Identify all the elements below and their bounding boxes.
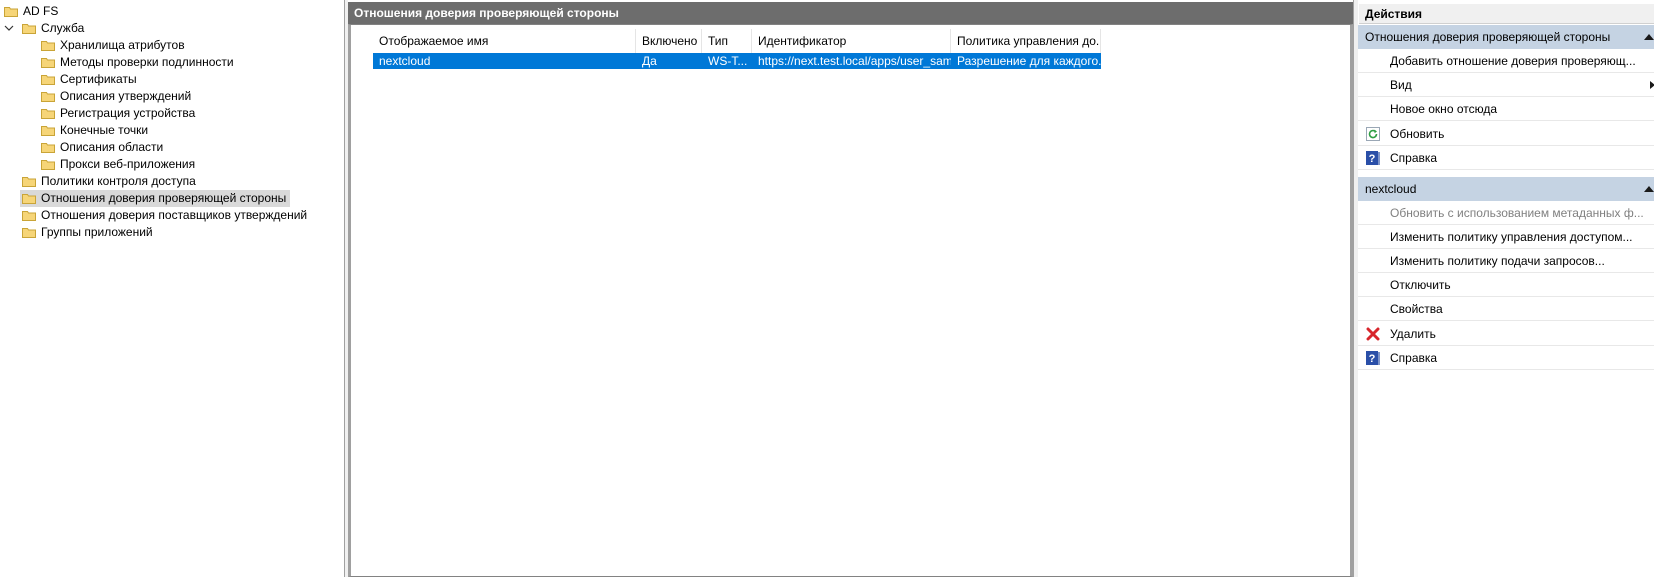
tree-item-access-control-policies[interactable]: Политики контроля доступа <box>22 173 200 190</box>
actions-title: Действия <box>1359 4 1654 24</box>
column-header-access-policy[interactable]: Политика управления до... <box>951 29 1101 53</box>
action-label: Вид <box>1390 78 1412 92</box>
tree-item-web-app-proxy[interactable]: Прокси веб-приложения <box>41 156 199 173</box>
action-label: Обновить <box>1390 127 1445 141</box>
action-label: Справка <box>1390 351 1438 365</box>
action-label: Новое окно отсюда <box>1390 102 1498 116</box>
action-add-relying-party-trust[interactable]: Добавить отношение доверия проверяющ... <box>1358 49 1654 73</box>
column-header-identifier[interactable]: Идентификатор <box>752 29 951 53</box>
action-label: Отключить <box>1390 278 1451 292</box>
tree-item-label: Описания области <box>60 140 164 154</box>
svg-text:?: ? <box>1369 353 1376 365</box>
tree-item-certificates[interactable]: Сертификаты <box>41 71 141 88</box>
tree-item-label: Описания утверждений <box>60 89 192 103</box>
collapse-icon[interactable] <box>1644 34 1654 40</box>
action-refresh[interactable]: Обновить <box>1358 122 1654 146</box>
tree-item-adfs[interactable]: AD FS <box>4 3 62 20</box>
folder-icon <box>22 176 36 187</box>
tree-item-claim-descriptions[interactable]: Описания утверждений <box>41 88 195 105</box>
folder-icon <box>41 91 55 102</box>
results-list-frame: Отображаемое имя Включено Тип Идентифика… <box>348 24 1353 577</box>
action-label: Добавить отношение доверия проверяющ... <box>1390 54 1636 68</box>
folder-icon <box>4 6 18 17</box>
cell-type: WS-T... <box>708 54 748 68</box>
collapse-icon[interactable] <box>1644 186 1654 192</box>
folder-icon <box>41 40 55 51</box>
submenu-arrow-icon <box>1650 81 1654 89</box>
help-icon: ? <box>1366 351 1380 365</box>
action-edit-issuance-policy[interactable]: Изменить политику подачи запросов... <box>1358 249 1654 273</box>
action-label: Свойства <box>1390 302 1443 316</box>
tree-item-label: Конечные точки <box>60 123 149 137</box>
console-tree: AD FS Служба Хранилища атрибутов Методы … <box>0 0 345 577</box>
tree-item-label: Отношения доверия поставщиков утверждени… <box>41 208 308 222</box>
section-header-nextcloud[interactable]: nextcloud <box>1358 177 1654 201</box>
svg-text:?: ? <box>1369 153 1376 165</box>
chevron-down-icon[interactable] <box>4 23 14 33</box>
action-delete[interactable]: Удалить <box>1358 322 1654 346</box>
folder-icon <box>22 193 36 204</box>
tree-item-scope-descriptions[interactable]: Описания области <box>41 139 167 156</box>
relying-party-list: Отображаемое имя Включено Тип Идентифика… <box>373 29 1101 69</box>
tree-item-label: Прокси веб-приложения <box>60 157 196 171</box>
tree-item-label: AD FS <box>23 4 59 18</box>
tree-item-auth-methods[interactable]: Методы проверки подлинности <box>41 54 238 71</box>
action-edit-access-policy[interactable]: Изменить политику управления доступом... <box>1358 225 1654 249</box>
column-header-enabled[interactable]: Включено <box>636 29 702 53</box>
action-label: Удалить <box>1390 327 1436 341</box>
tree-item-label: Сертификаты <box>60 72 137 86</box>
folder-icon <box>22 210 36 221</box>
section-header-label: nextcloud <box>1365 182 1417 196</box>
column-header-type[interactable]: Тип <box>702 29 752 53</box>
folder-icon <box>41 142 55 153</box>
folder-icon <box>41 159 55 170</box>
action-properties[interactable]: Свойства <box>1358 297 1654 321</box>
folder-icon <box>41 57 55 68</box>
folder-icon <box>41 74 55 85</box>
action-new-window[interactable]: Новое окно отсюда <box>1358 97 1654 121</box>
tree-item-label: Регистрация устройства <box>60 106 196 120</box>
list-header: Отображаемое имя Включено Тип Идентифика… <box>373 29 1101 53</box>
tree-item-label: Служба <box>41 21 85 35</box>
action-help[interactable]: ? Справка <box>1358 146 1654 170</box>
cell-enabled: Да <box>642 54 657 68</box>
action-label: Справка <box>1390 151 1438 165</box>
folder-icon <box>22 227 36 238</box>
actions-pane: Действия Отношения доверия проверяющей с… <box>1353 0 1654 577</box>
tree-item-service[interactable]: Служба <box>22 20 88 37</box>
folder-icon <box>41 108 55 119</box>
tree-item-label: Методы проверки подлинности <box>60 55 234 69</box>
tree-item-label: Отношения доверия проверяющей стороны <box>41 191 287 205</box>
tree-item-label: Группы приложений <box>41 225 153 239</box>
section-header-relying-party-trusts[interactable]: Отношения доверия проверяющей стороны <box>1358 25 1654 49</box>
tree-item-application-groups[interactable]: Группы приложений <box>22 224 157 241</box>
cell-identifier: https://next.test.local/apps/user_sam... <box>758 54 951 68</box>
cell-access-policy: Разрешение для каждого... <box>957 54 1101 68</box>
action-label: Обновить с использованием метаданных ф..… <box>1390 206 1644 220</box>
results-pane: Отношения доверия проверяющей стороны От… <box>348 0 1353 577</box>
refresh-icon <box>1366 127 1380 141</box>
tree-item-relying-party-trusts[interactable]: Отношения доверия проверяющей стороны <box>20 190 291 207</box>
cell-display-name: nextcloud <box>379 54 431 68</box>
action-update-from-metadata: Обновить с использованием метаданных ф..… <box>1358 201 1654 225</box>
table-row[interactable]: nextcloud Да WS-T... https://next.test.l… <box>373 53 1101 69</box>
folder-icon <box>22 23 36 34</box>
column-header-display-name[interactable]: Отображаемое имя <box>373 29 636 53</box>
tree-item-label: Политики контроля доступа <box>41 174 196 188</box>
tree-item-device-registration[interactable]: Регистрация устройства <box>41 105 199 122</box>
folder-icon <box>41 125 55 136</box>
action-view[interactable]: Вид <box>1358 73 1654 97</box>
results-pane-title: Отношения доверия проверяющей стороны <box>348 2 1353 24</box>
help-icon: ? <box>1366 151 1380 165</box>
tree-item-claims-provider-trusts[interactable]: Отношения доверия поставщиков утверждени… <box>22 207 311 224</box>
delete-icon <box>1366 327 1380 341</box>
action-label: Изменить политику подачи запросов... <box>1390 254 1605 268</box>
action-label: Изменить политику управления доступом... <box>1390 230 1633 244</box>
section-header-label: Отношения доверия проверяющей стороны <box>1365 30 1611 44</box>
tree-item-attribute-stores[interactable]: Хранилища атрибутов <box>41 37 189 54</box>
tree-item-endpoints[interactable]: Конечные точки <box>41 122 152 139</box>
action-disable[interactable]: Отключить <box>1358 273 1654 297</box>
tree-item-label: Хранилища атрибутов <box>60 38 185 52</box>
action-help-nextcloud[interactable]: ? Справка <box>1358 346 1654 370</box>
